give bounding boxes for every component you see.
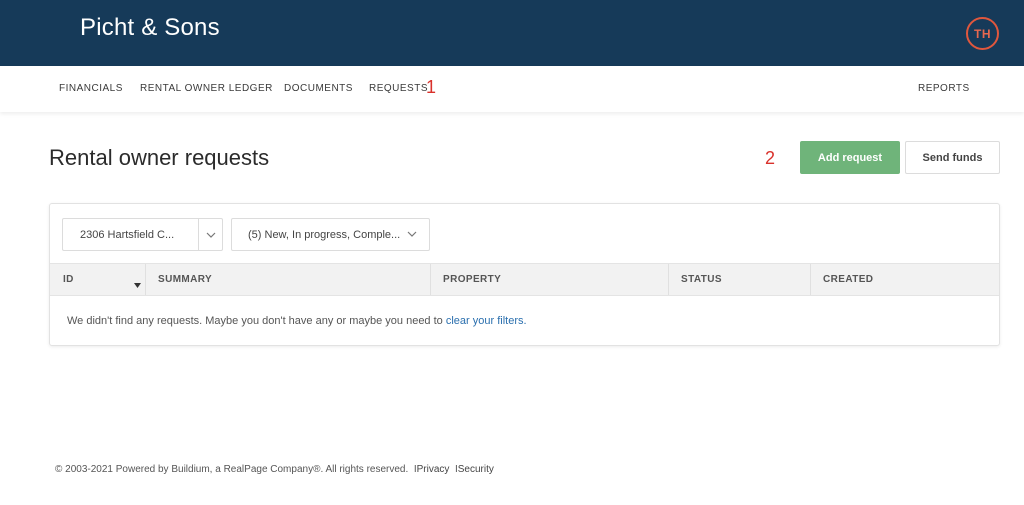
send-funds-button[interactable]: Send funds [905, 141, 1000, 174]
column-divider [668, 264, 669, 295]
privacy-link[interactable]: Privacy [417, 464, 450, 475]
nav-requests[interactable]: REQUESTS [369, 83, 428, 94]
empty-state-text: We didn't find any requests. Maybe you d… [67, 315, 443, 327]
nav-documents[interactable]: DOCUMENTS [284, 83, 353, 94]
annotation-marker-1: 1 [426, 77, 437, 97]
company-name: Picht & Sons [80, 14, 220, 41]
requests-panel: 2306 Hartsfield C... (5) New, In progres… [49, 203, 1000, 346]
table-header: ID SUMMARY PROPERTY STATUS CREATED [50, 263, 999, 296]
clear-filters-link[interactable]: clear your filters. [446, 315, 527, 327]
status-filter[interactable]: (5) New, In progress, Comple... [231, 218, 430, 251]
column-header-created[interactable]: CREATED [823, 264, 873, 295]
nav-reports[interactable]: REPORTS [918, 83, 970, 94]
chevron-down-icon[interactable] [198, 219, 222, 250]
sort-descending-icon[interactable] [134, 275, 141, 293]
empty-state-message: We didn't find any requests. Maybe you d… [67, 315, 527, 327]
column-header-status[interactable]: STATUS [681, 264, 722, 295]
top-header: Picht & Sons TH [0, 0, 1024, 66]
property-filter-value: 2306 Hartsfield C... [80, 228, 175, 241]
page-title: Rental owner requests [49, 145, 270, 170]
add-request-button[interactable]: Add request [800, 141, 900, 174]
footer: © 2003-2021 Powered by Buildium, a RealP… [55, 464, 494, 475]
user-avatar[interactable]: TH [966, 17, 999, 50]
copyright-text: © 2003-2021 Powered by Buildium, a RealP… [55, 464, 409, 475]
column-divider [810, 264, 811, 295]
property-filter[interactable]: 2306 Hartsfield C... [62, 218, 223, 251]
status-filter-value: (5) New, In progress, Comple... [248, 228, 401, 241]
sub-navigation: FINANCIALS RENTAL OWNER LEDGER DOCUMENTS… [0, 66, 1024, 112]
column-header-summary[interactable]: SUMMARY [158, 264, 212, 295]
annotation-marker-2: 2 [765, 148, 776, 168]
column-divider [430, 264, 431, 295]
nav-financials[interactable]: FINANCIALS [59, 83, 123, 94]
security-link[interactable]: Security [458, 464, 494, 475]
column-header-id[interactable]: ID [63, 264, 74, 295]
column-header-property[interactable]: PROPERTY [443, 264, 501, 295]
chevron-down-icon [407, 228, 417, 240]
column-divider [145, 264, 146, 295]
nav-rental-owner-ledger[interactable]: RENTAL OWNER LEDGER [140, 83, 273, 94]
